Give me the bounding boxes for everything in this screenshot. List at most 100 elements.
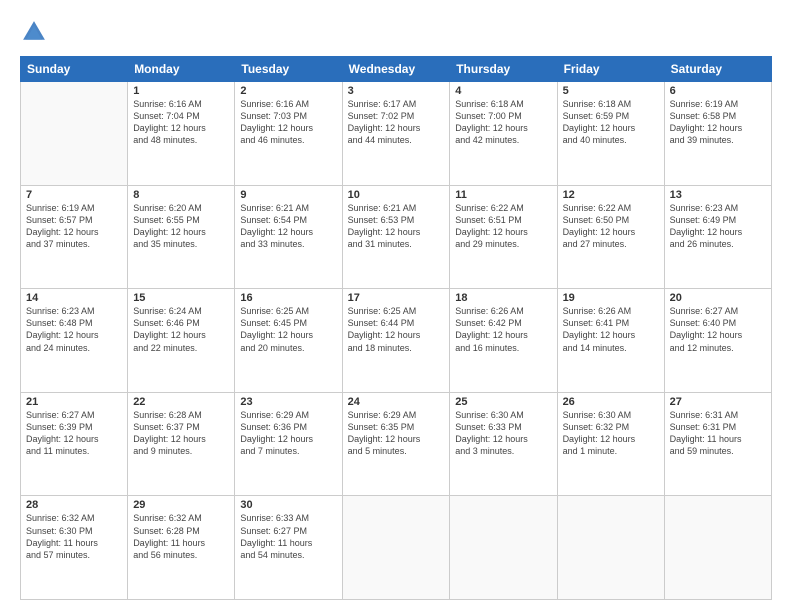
- day-number: 8: [133, 189, 229, 201]
- day-number: 21: [26, 396, 122, 408]
- day-number: 26: [563, 396, 659, 408]
- calendar-cell: 29Sunrise: 6:32 AM Sunset: 6:28 PM Dayli…: [128, 496, 235, 600]
- day-number: 6: [670, 85, 766, 97]
- calendar-cell: [664, 496, 771, 600]
- calendar-cell: 8Sunrise: 6:20 AM Sunset: 6:55 PM Daylig…: [128, 185, 235, 289]
- day-info: Sunrise: 6:19 AM Sunset: 6:57 PM Dayligh…: [26, 202, 122, 251]
- day-info: Sunrise: 6:32 AM Sunset: 6:28 PM Dayligh…: [133, 512, 229, 561]
- calendar-cell: 30Sunrise: 6:33 AM Sunset: 6:27 PM Dayli…: [235, 496, 342, 600]
- calendar-cell: 20Sunrise: 6:27 AM Sunset: 6:40 PM Dayli…: [664, 289, 771, 393]
- day-info: Sunrise: 6:30 AM Sunset: 6:32 PM Dayligh…: [563, 409, 659, 458]
- calendar-cell: 7Sunrise: 6:19 AM Sunset: 6:57 PM Daylig…: [21, 185, 128, 289]
- day-info: Sunrise: 6:29 AM Sunset: 6:36 PM Dayligh…: [240, 409, 336, 458]
- day-info: Sunrise: 6:26 AM Sunset: 6:41 PM Dayligh…: [563, 305, 659, 354]
- day-number: 16: [240, 292, 336, 304]
- day-info: Sunrise: 6:31 AM Sunset: 6:31 PM Dayligh…: [670, 409, 766, 458]
- calendar-cell: 25Sunrise: 6:30 AM Sunset: 6:33 PM Dayli…: [450, 392, 557, 496]
- day-number: 12: [563, 189, 659, 201]
- day-number: 15: [133, 292, 229, 304]
- calendar-cell: 10Sunrise: 6:21 AM Sunset: 6:53 PM Dayli…: [342, 185, 450, 289]
- day-number: 7: [26, 189, 122, 201]
- day-info: Sunrise: 6:30 AM Sunset: 6:33 PM Dayligh…: [455, 409, 551, 458]
- day-info: Sunrise: 6:21 AM Sunset: 6:54 PM Dayligh…: [240, 202, 336, 251]
- calendar-cell: 1Sunrise: 6:16 AM Sunset: 7:04 PM Daylig…: [128, 82, 235, 186]
- calendar-row: 1Sunrise: 6:16 AM Sunset: 7:04 PM Daylig…: [21, 82, 772, 186]
- calendar-cell: 18Sunrise: 6:26 AM Sunset: 6:42 PM Dayli…: [450, 289, 557, 393]
- day-number: 9: [240, 189, 336, 201]
- calendar-cell: 24Sunrise: 6:29 AM Sunset: 6:35 PM Dayli…: [342, 392, 450, 496]
- weekday-header: Sunday: [21, 57, 128, 82]
- day-number: 3: [348, 85, 445, 97]
- day-info: Sunrise: 6:18 AM Sunset: 6:59 PM Dayligh…: [563, 98, 659, 147]
- day-info: Sunrise: 6:28 AM Sunset: 6:37 PM Dayligh…: [133, 409, 229, 458]
- day-number: 14: [26, 292, 122, 304]
- day-number: 20: [670, 292, 766, 304]
- day-info: Sunrise: 6:25 AM Sunset: 6:45 PM Dayligh…: [240, 305, 336, 354]
- day-number: 2: [240, 85, 336, 97]
- weekday-header: Friday: [557, 57, 664, 82]
- day-info: Sunrise: 6:22 AM Sunset: 6:51 PM Dayligh…: [455, 202, 551, 251]
- calendar-cell: 2Sunrise: 6:16 AM Sunset: 7:03 PM Daylig…: [235, 82, 342, 186]
- logo-icon: [20, 18, 48, 46]
- calendar-cell: [21, 82, 128, 186]
- day-info: Sunrise: 6:33 AM Sunset: 6:27 PM Dayligh…: [240, 512, 336, 561]
- day-number: 28: [26, 499, 122, 511]
- calendar-row: 28Sunrise: 6:32 AM Sunset: 6:30 PM Dayli…: [21, 496, 772, 600]
- day-number: 24: [348, 396, 445, 408]
- calendar-cell: [450, 496, 557, 600]
- calendar-cell: 21Sunrise: 6:27 AM Sunset: 6:39 PM Dayli…: [21, 392, 128, 496]
- calendar-cell: 16Sunrise: 6:25 AM Sunset: 6:45 PM Dayli…: [235, 289, 342, 393]
- calendar-cell: 13Sunrise: 6:23 AM Sunset: 6:49 PM Dayli…: [664, 185, 771, 289]
- day-number: 29: [133, 499, 229, 511]
- day-info: Sunrise: 6:27 AM Sunset: 6:39 PM Dayligh…: [26, 409, 122, 458]
- calendar-cell: 11Sunrise: 6:22 AM Sunset: 6:51 PM Dayli…: [450, 185, 557, 289]
- day-info: Sunrise: 6:21 AM Sunset: 6:53 PM Dayligh…: [348, 202, 445, 251]
- day-info: Sunrise: 6:27 AM Sunset: 6:40 PM Dayligh…: [670, 305, 766, 354]
- day-info: Sunrise: 6:32 AM Sunset: 6:30 PM Dayligh…: [26, 512, 122, 561]
- page: SundayMondayTuesdayWednesdayThursdayFrid…: [0, 0, 792, 612]
- day-number: 19: [563, 292, 659, 304]
- day-number: 18: [455, 292, 551, 304]
- weekday-header: Wednesday: [342, 57, 450, 82]
- day-info: Sunrise: 6:22 AM Sunset: 6:50 PM Dayligh…: [563, 202, 659, 251]
- calendar-row: 21Sunrise: 6:27 AM Sunset: 6:39 PM Dayli…: [21, 392, 772, 496]
- calendar-cell: 6Sunrise: 6:19 AM Sunset: 6:58 PM Daylig…: [664, 82, 771, 186]
- day-number: 30: [240, 499, 336, 511]
- day-info: Sunrise: 6:16 AM Sunset: 7:04 PM Dayligh…: [133, 98, 229, 147]
- calendar: SundayMondayTuesdayWednesdayThursdayFrid…: [20, 56, 772, 600]
- calendar-cell: 23Sunrise: 6:29 AM Sunset: 6:36 PM Dayli…: [235, 392, 342, 496]
- day-info: Sunrise: 6:25 AM Sunset: 6:44 PM Dayligh…: [348, 305, 445, 354]
- calendar-cell: 22Sunrise: 6:28 AM Sunset: 6:37 PM Dayli…: [128, 392, 235, 496]
- day-info: Sunrise: 6:24 AM Sunset: 6:46 PM Dayligh…: [133, 305, 229, 354]
- calendar-cell: 27Sunrise: 6:31 AM Sunset: 6:31 PM Dayli…: [664, 392, 771, 496]
- day-info: Sunrise: 6:20 AM Sunset: 6:55 PM Dayligh…: [133, 202, 229, 251]
- day-number: 25: [455, 396, 551, 408]
- calendar-cell: 5Sunrise: 6:18 AM Sunset: 6:59 PM Daylig…: [557, 82, 664, 186]
- calendar-cell: 14Sunrise: 6:23 AM Sunset: 6:48 PM Dayli…: [21, 289, 128, 393]
- day-number: 23: [240, 396, 336, 408]
- day-number: 5: [563, 85, 659, 97]
- calendar-cell: 9Sunrise: 6:21 AM Sunset: 6:54 PM Daylig…: [235, 185, 342, 289]
- calendar-cell: [342, 496, 450, 600]
- day-info: Sunrise: 6:16 AM Sunset: 7:03 PM Dayligh…: [240, 98, 336, 147]
- day-info: Sunrise: 6:23 AM Sunset: 6:49 PM Dayligh…: [670, 202, 766, 251]
- calendar-cell: 17Sunrise: 6:25 AM Sunset: 6:44 PM Dayli…: [342, 289, 450, 393]
- day-info: Sunrise: 6:26 AM Sunset: 6:42 PM Dayligh…: [455, 305, 551, 354]
- calendar-row: 7Sunrise: 6:19 AM Sunset: 6:57 PM Daylig…: [21, 185, 772, 289]
- day-number: 10: [348, 189, 445, 201]
- weekday-header: Monday: [128, 57, 235, 82]
- day-number: 27: [670, 396, 766, 408]
- day-number: 4: [455, 85, 551, 97]
- calendar-body: 1Sunrise: 6:16 AM Sunset: 7:04 PM Daylig…: [21, 82, 772, 600]
- calendar-row: 14Sunrise: 6:23 AM Sunset: 6:48 PM Dayli…: [21, 289, 772, 393]
- weekday-header: Tuesday: [235, 57, 342, 82]
- day-info: Sunrise: 6:18 AM Sunset: 7:00 PM Dayligh…: [455, 98, 551, 147]
- weekday-header: Saturday: [664, 57, 771, 82]
- day-number: 13: [670, 189, 766, 201]
- calendar-cell: 15Sunrise: 6:24 AM Sunset: 6:46 PM Dayli…: [128, 289, 235, 393]
- weekday-header: Thursday: [450, 57, 557, 82]
- calendar-cell: 4Sunrise: 6:18 AM Sunset: 7:00 PM Daylig…: [450, 82, 557, 186]
- day-number: 1: [133, 85, 229, 97]
- day-info: Sunrise: 6:23 AM Sunset: 6:48 PM Dayligh…: [26, 305, 122, 354]
- header: [20, 18, 772, 46]
